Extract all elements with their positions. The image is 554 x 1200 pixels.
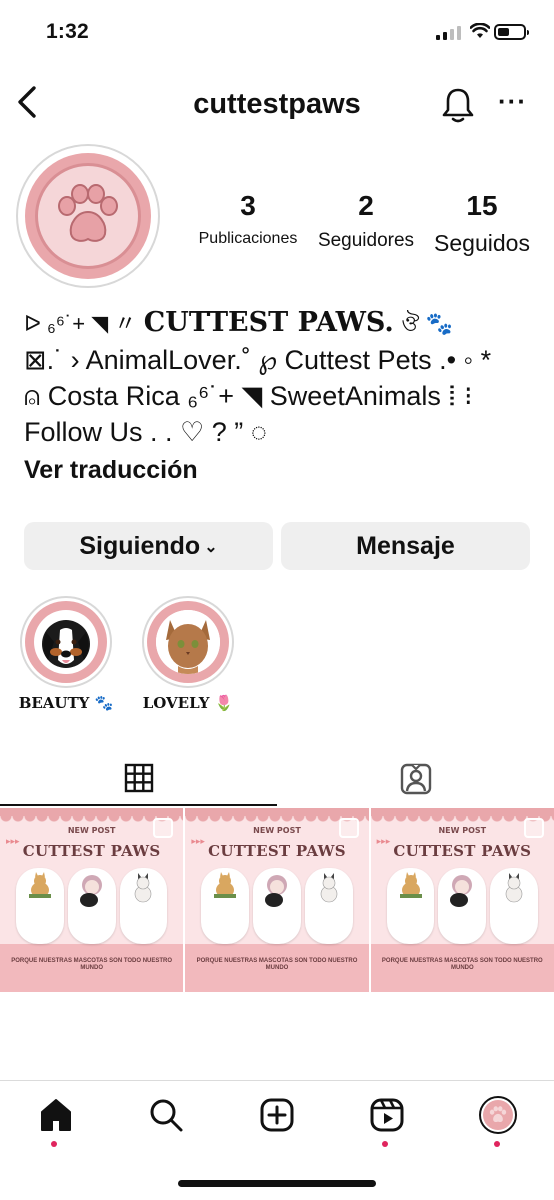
bell-icon[interactable] — [440, 86, 476, 124]
post-badge: NEW POST — [67, 826, 116, 835]
highlight-ring — [142, 596, 234, 688]
post-cards — [386, 868, 538, 944]
status-time: 1:32 — [46, 20, 89, 43]
tab-tagged[interactable] — [277, 752, 554, 806]
see-translation-link[interactable]: Ver traducción — [24, 452, 544, 488]
nav-profile[interactable] — [478, 1095, 518, 1135]
tagged-icon — [400, 763, 431, 795]
search-icon — [150, 1099, 183, 1132]
following-button[interactable]: Siguiendo ⌄ — [24, 522, 273, 570]
chevron-down-icon: ⌄ — [204, 539, 218, 556]
message-button[interactable]: Mensaje — [281, 522, 530, 570]
followers-count: 2 — [358, 190, 374, 221]
tab-posts-grid[interactable] — [0, 752, 277, 806]
bio-title: CUTTEST PAWS. — [143, 307, 394, 338]
stat-followers[interactable]: 2 Seguidores — [306, 190, 426, 252]
post-caption: PORQUE NUESTRAS MASCOTAS SON TODO NUESTR… — [381, 958, 543, 971]
status-bar: 1:32 — [0, 0, 554, 64]
post-band — [0, 808, 184, 816]
reels-icon — [370, 1098, 404, 1132]
home-notification-dot — [51, 1141, 57, 1147]
followers-label: Seguidores — [317, 230, 415, 251]
profile-stats: 3 Publicaciones 2 Seguidores 15 Seguidos — [190, 190, 546, 270]
post-band — [185, 808, 369, 816]
profile-avatar[interactable] — [16, 144, 160, 288]
girl-card — [67, 868, 116, 944]
post-title: CUTTEST PAWS — [22, 842, 161, 860]
post-band — [370, 808, 554, 816]
dog-image — [34, 610, 98, 674]
stat-following[interactable]: 15 Seguidos — [426, 190, 538, 257]
highlight-label: LOVELY 🌷 — [142, 694, 234, 712]
post-badge: NEW POST — [253, 826, 301, 835]
bio-line-4: Follow Us . . ♡ ? ” ◌ — [24, 417, 267, 447]
highlight-lovely[interactable]: LOVELY 🌷 — [140, 596, 236, 712]
post-title: CUTTEST PAWS — [208, 842, 346, 860]
bio-line-3: ⍝ Costa Rica ₆⁶˙+ ◥ SweetAnimals ⵂ ⁝ — [24, 381, 473, 411]
nav-create[interactable] — [257, 1095, 297, 1135]
signal-icon — [436, 26, 461, 40]
add-icon — [260, 1098, 294, 1132]
nav-search[interactable] — [146, 1095, 186, 1135]
paw-icon — [489, 1106, 507, 1122]
kitten-card — [304, 868, 353, 944]
girl-card — [253, 868, 301, 944]
following-button-label: Siguiendo — [79, 531, 201, 560]
profile-tabs — [0, 752, 554, 806]
nav-reels[interactable] — [367, 1095, 407, 1135]
paw-icon — [58, 184, 118, 242]
nav-profile-avatar — [479, 1096, 517, 1134]
message-button-label: Mensaje — [356, 531, 455, 560]
more-icon[interactable]: ··· — [498, 86, 527, 117]
cat-card — [16, 868, 64, 944]
cat-image — [156, 610, 220, 674]
highlight-label: BEAUTY 🐾 — [18, 694, 114, 712]
post-title: CUTTEST PAWS — [393, 842, 532, 860]
paw-logo — [35, 163, 141, 269]
profile-bio: ᐅ ₆⁶˙+ ◥ 〃 CUTTEST PAWS. ঔ 🐾 ⊠.˙ › Anima… — [24, 304, 544, 488]
following-count: 15 — [466, 190, 498, 221]
home-indicator — [178, 1180, 376, 1187]
profile-header: cuttestpaws ··· — [0, 72, 554, 136]
following-label: Seguidos — [434, 230, 530, 256]
posts-count: 3 — [240, 190, 256, 221]
grid-icon — [124, 763, 153, 793]
cat-card — [201, 868, 250, 944]
bio-line-1-prefix: ᐅ ₆⁶˙+ ◥ 〃 — [24, 311, 137, 336]
posts-label: Publicaciones — [198, 230, 298, 247]
post-cards — [201, 868, 353, 944]
post-caption: PORQUE NUESTRAS MASCOTAS SON TODO NUESTR… — [11, 958, 173, 971]
nav-home[interactable] — [36, 1095, 76, 1135]
highlight-ring — [20, 596, 112, 688]
stat-posts[interactable]: 3 Publicaciones — [190, 190, 306, 248]
post-cards — [16, 868, 168, 944]
post-thumbnail[interactable]: ▸▸▸ NEW POST CUTTEST PAWS PORQUE NUESTRA… — [185, 808, 369, 992]
home-icon — [41, 1099, 71, 1131]
highlight-circle — [25, 601, 107, 683]
post-thumbnail[interactable]: ▸▸▸ NEW POST CUTTEST PAWS PORQUE NUESTRA… — [370, 808, 554, 992]
avatar-pink-circle — [25, 153, 151, 279]
profile-notification-dot — [494, 1141, 500, 1147]
highlight-circle — [147, 601, 229, 683]
posts-grid: ▸▸▸ NEW POST CUTTEST PAWS PORQUE NUESTRA… — [0, 808, 554, 992]
cat-card — [386, 868, 435, 944]
bio-line-1: ᐅ ₆⁶˙+ ◥ 〃 CUTTEST PAWS. ঔ 🐾 — [24, 304, 544, 342]
wifi-icon — [470, 23, 490, 38]
post-badge: NEW POST — [438, 826, 487, 835]
kitten-card — [490, 868, 538, 944]
reels-notification-dot — [382, 1141, 388, 1147]
girl-card — [438, 868, 487, 944]
post-caption: PORQUE NUESTRAS MASCOTAS SON TODO NUESTR… — [196, 958, 358, 971]
kitten-card — [119, 868, 168, 944]
highlight-beauty[interactable]: BEAUTY 🐾 — [18, 596, 114, 712]
bio-line-1-suffix: ঔ 🐾 — [401, 311, 453, 336]
post-thumbnail[interactable]: ▸▸▸ NEW POST CUTTEST PAWS PORQUE NUESTRA… — [0, 808, 184, 992]
battery-icon — [494, 24, 529, 40]
bio-line-2: ⊠.˙ › AnimalLover.˚ ℘ Cuttest Pets .• ◦ … — [24, 345, 492, 375]
